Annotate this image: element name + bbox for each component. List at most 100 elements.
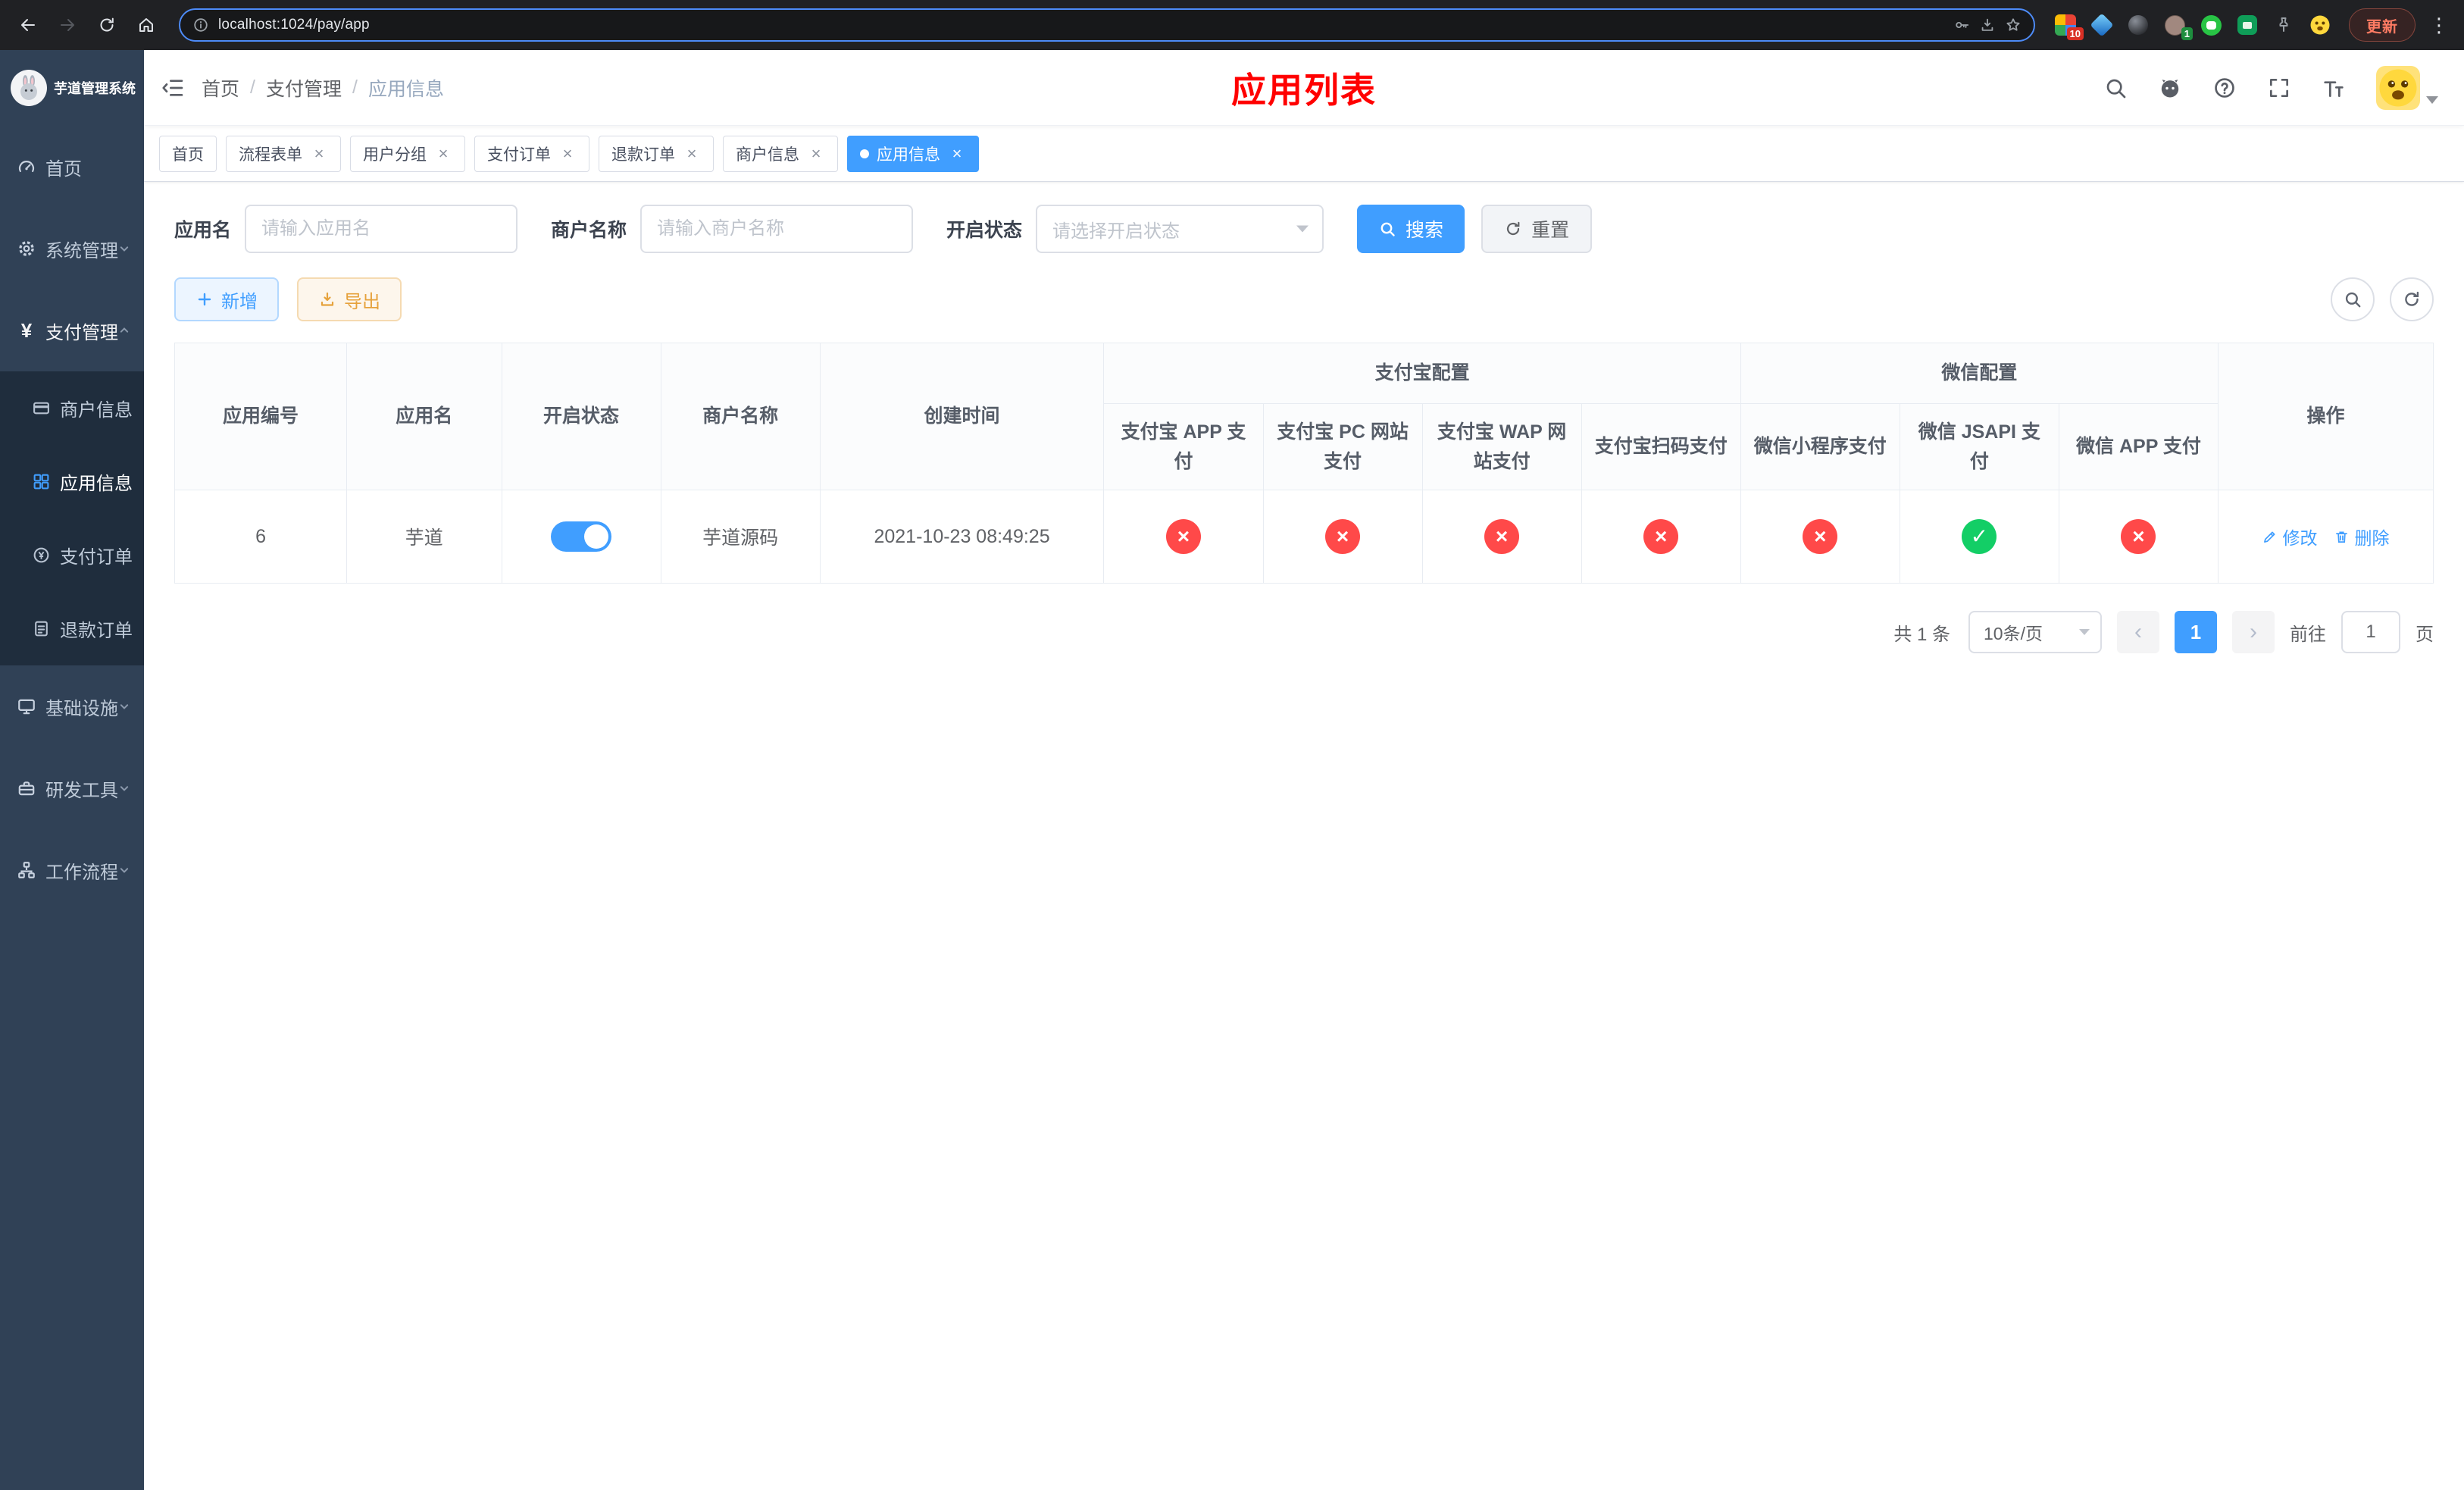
toolbox-icon xyxy=(17,778,36,798)
tags-bar: 首页 流程表单 × 用户分组 × 支付订单 × 退款订单 × 商户信息 × 应用… xyxy=(144,126,2464,182)
sidebar-item-infra[interactable]: 基础设施 xyxy=(0,665,144,747)
page-jump-input[interactable] xyxy=(2341,611,2400,654)
chevron-down-icon xyxy=(1296,225,1309,233)
delete-link[interactable]: 删除 xyxy=(2334,524,2389,549)
prev-page-button[interactable]: ‹ xyxy=(2117,611,2159,654)
user-avatar[interactable] xyxy=(2376,65,2438,110)
page-size-select[interactable]: 10条/页 xyxy=(1968,611,2102,654)
breadcrumb-payment[interactable]: 支付管理 xyxy=(266,74,342,102)
extension-sphere-icon[interactable] xyxy=(2126,13,2150,37)
forward-icon[interactable] xyxy=(53,11,82,39)
sidebar-item-home[interactable]: 首页 xyxy=(0,126,144,208)
sidebar-item-pay-orders[interactable]: 支付订单 xyxy=(0,518,144,592)
breadcrumb-separator: / xyxy=(352,77,358,98)
extension-diamond-icon[interactable] xyxy=(2090,13,2114,37)
tab-label: 用户分组 xyxy=(363,146,427,164)
tab-user-group[interactable]: 用户分组 × xyxy=(350,135,465,172)
status-label: 开启状态 xyxy=(946,220,1023,241)
tab-label: 支付订单 xyxy=(487,146,551,164)
sidebar-item-label: 首页 xyxy=(45,158,82,180)
sidebar-item-app-info[interactable]: 应用信息 xyxy=(0,445,144,518)
sidebar-fold-icon[interactable] xyxy=(144,50,202,126)
close-icon[interactable]: × xyxy=(558,145,577,163)
cell-alipay-wap: × xyxy=(1421,490,1582,584)
col-wx-mini: 微信小程序支付 xyxy=(1740,402,1900,491)
extension-chat-icon[interactable] xyxy=(2235,13,2259,37)
sidebar-item-system[interactable]: 系统管理 xyxy=(0,208,144,290)
font-size-icon[interactable] xyxy=(2322,76,2346,100)
col-alipay-pc: 支付宝 PC 网站支付 xyxy=(1262,402,1423,491)
reset-button[interactable]: 重置 xyxy=(1481,205,1593,253)
close-icon[interactable]: × xyxy=(948,145,966,163)
profile-avatar-icon[interactable] xyxy=(2308,13,2332,37)
info-icon[interactable] xyxy=(192,17,209,33)
refresh-button[interactable] xyxy=(2390,277,2434,321)
extension-puzzle-icon[interactable]: 10 xyxy=(2053,13,2084,40)
sidebar-item-payment[interactable]: ¥ 支付管理 xyxy=(0,290,144,371)
tab-merchant-info[interactable]: 商户信息 × xyxy=(723,135,838,172)
merchant-name-input[interactable] xyxy=(640,205,914,253)
search-button[interactable]: 搜索 xyxy=(1357,205,1465,253)
sidebar-item-workflow[interactable]: 工作流程 xyxy=(0,829,144,911)
extension-avatar-icon[interactable]: 1 xyxy=(2162,13,2193,40)
breadcrumb-home[interactable]: 首页 xyxy=(202,74,239,102)
tab-label: 退款订单 xyxy=(611,146,675,164)
sidebar-item-dev-tools[interactable]: 研发工具 xyxy=(0,747,144,829)
col-alipay-qr: 支付宝扫码支付 xyxy=(1581,402,1741,491)
sidebar-item-label: 基础设施 xyxy=(45,698,118,719)
back-icon[interactable] xyxy=(14,11,42,39)
tab-refund-orders[interactable]: 退款订单 × xyxy=(599,135,714,172)
cell-app-id: 6 xyxy=(174,490,348,584)
pin-icon[interactable] xyxy=(2272,13,2296,37)
reset-button-label: 重置 xyxy=(1531,220,1570,241)
tab-home[interactable]: 首页 xyxy=(159,135,217,172)
app-name-input[interactable] xyxy=(245,205,518,253)
home-icon[interactable] xyxy=(132,11,161,39)
browser-update-button[interactable]: 更新 xyxy=(2349,8,2416,42)
navbar: 首页 / 支付管理 / 应用信息 应用列表 xyxy=(144,50,2464,126)
close-icon[interactable]: × xyxy=(434,145,452,163)
export-button[interactable]: 导出 xyxy=(297,277,402,321)
document-icon xyxy=(32,619,51,638)
chevron-down-icon xyxy=(117,781,132,796)
sidebar-item-merchant-info[interactable]: 商户信息 xyxy=(0,371,144,445)
search-icon[interactable] xyxy=(2103,76,2128,100)
toggle-search-button[interactable] xyxy=(2331,277,2375,321)
address-bar[interactable]: localhost:1024/pay/app xyxy=(179,8,2035,42)
key-icon[interactable] xyxy=(1953,17,1970,33)
next-page-button[interactable]: › xyxy=(2232,611,2275,654)
tab-app-info[interactable]: 应用信息 × xyxy=(847,135,979,172)
bookmark-star-icon[interactable] xyxy=(2005,17,2022,33)
close-icon[interactable]: × xyxy=(807,145,825,163)
col-wx-app: 微信 APP 支付 xyxy=(2058,402,2219,491)
enable-switch[interactable] xyxy=(551,521,612,552)
sidebar-item-refund-orders[interactable]: 退款订单 xyxy=(0,592,144,665)
close-icon[interactable]: × xyxy=(310,145,328,163)
col-alipay-app: 支付宝 APP 支付 xyxy=(1103,402,1264,491)
reload-icon[interactable] xyxy=(92,11,121,39)
cell-merchant: 芋道源码 xyxy=(660,490,821,584)
status-select[interactable]: 请选择开启状态 xyxy=(1036,205,1324,253)
sidebar-menu: 首页 系统管理 ¥ 支付管理 商户信息 应用信息 支付订单 退款订单 基础设施 … xyxy=(0,126,144,1490)
page-number-button[interactable]: 1 xyxy=(2175,611,2217,654)
cell-alipay-qr: × xyxy=(1581,490,1741,584)
group-alipay-config: 支付宝配置 xyxy=(1103,343,1741,404)
extension-badge: 10 xyxy=(2066,27,2084,40)
help-icon[interactable] xyxy=(2212,76,2237,100)
col-created: 创建时间 xyxy=(819,342,1105,491)
cell-alipay-pc: × xyxy=(1262,490,1423,584)
github-icon[interactable] xyxy=(2158,76,2182,100)
extension-wechat-icon[interactable] xyxy=(2199,13,2223,37)
coin-icon xyxy=(32,546,51,565)
url-text: localhost:1024/pay/app xyxy=(218,17,370,33)
edit-link[interactable]: 修改 xyxy=(2262,524,2317,549)
add-button[interactable]: 新增 xyxy=(174,277,279,321)
fullscreen-icon[interactable] xyxy=(2267,76,2291,100)
install-icon[interactable] xyxy=(1979,17,1996,33)
kebab-menu-icon[interactable]: ⋮ xyxy=(2428,14,2450,37)
col-alipay-wap: 支付宝 WAP 网站支付 xyxy=(1421,402,1582,491)
col-app-name: 应用名 xyxy=(346,342,502,491)
tab-process-form[interactable]: 流程表单 × xyxy=(226,135,341,172)
close-icon[interactable]: × xyxy=(683,145,701,163)
tab-pay-orders[interactable]: 支付订单 × xyxy=(474,135,589,172)
